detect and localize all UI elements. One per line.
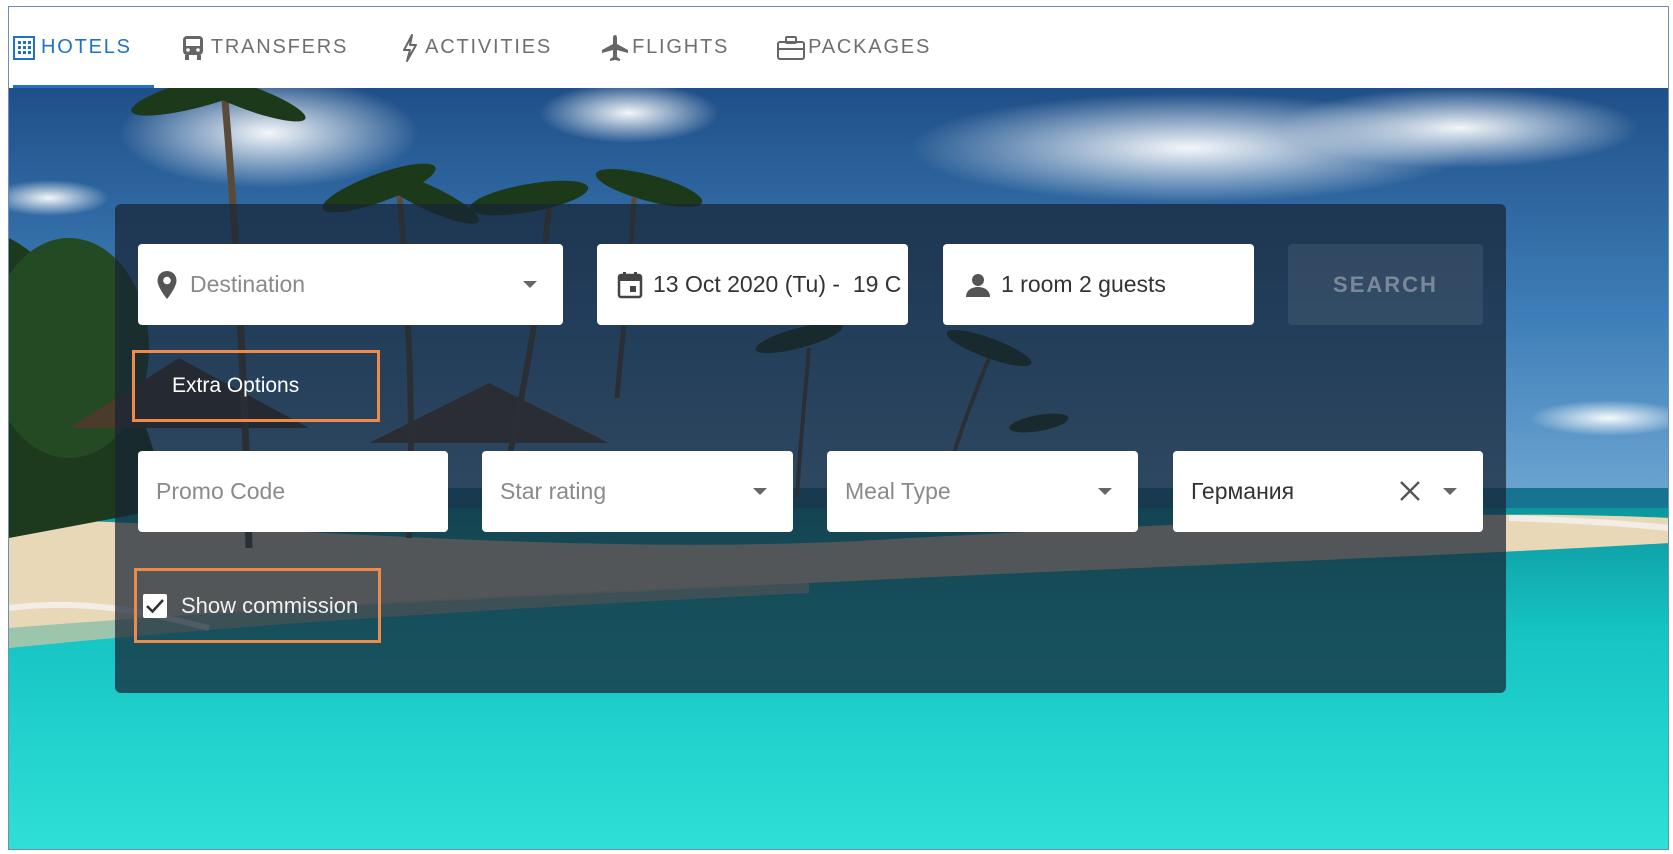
tab-flights[interactable]: FLIGHTS <box>600 7 729 88</box>
tab-flights-label: FLIGHTS <box>632 36 730 58</box>
chevron-down-icon[interactable] <box>1443 488 1457 495</box>
tab-activities-label: ACTIVITIES <box>425 36 553 58</box>
tab-packages[interactable]: PACKAGES <box>776 7 931 88</box>
suitcase-icon <box>776 35 806 61</box>
app-window: HOTELS TRANSFERS ACTIVITIES FLIGHTS PACK… <box>8 6 1669 850</box>
promo-code-input[interactable]: Promo Code <box>138 451 448 532</box>
destination-field[interactable]: Destination <box>138 244 563 325</box>
country-select[interactable]: Германия <box>1173 451 1483 532</box>
clear-icon[interactable] <box>1399 480 1421 502</box>
extra-options-label: Extra Options <box>172 374 300 397</box>
airplane-icon <box>600 33 630 63</box>
show-commission-checkbox[interactable] <box>143 593 167 618</box>
location-pin-icon <box>156 270 178 300</box>
tab-activities[interactable]: ACTIVITIES <box>401 7 552 88</box>
checkmark-icon <box>146 598 164 613</box>
tab-transfers-label: TRANSFERS <box>210 36 349 58</box>
bus-icon <box>181 35 205 61</box>
dates-field[interactable]: 13 Oct 2020 (Tu) - 19 C <box>597 244 908 325</box>
star-rating-select[interactable]: Star rating <box>482 451 793 532</box>
person-icon <box>965 272 991 298</box>
tab-hotels-label: HOTELS <box>41 36 132 58</box>
show-commission-option[interactable]: Show commission <box>134 568 381 643</box>
search-button[interactable]: SEARCH <box>1288 244 1483 325</box>
chevron-down-icon[interactable] <box>523 281 537 288</box>
hero-banner: Destination 13 Oct 2020 (Tu) - 19 C 1 ro… <box>9 88 1668 849</box>
search-panel: Destination 13 Oct 2020 (Tu) - 19 C 1 ro… <box>115 204 1506 693</box>
dates-value: 13 Oct 2020 (Tu) - 19 C <box>653 271 902 297</box>
star-rating-placeholder: Star rating <box>500 478 607 504</box>
destination-placeholder: Destination <box>190 271 306 297</box>
tab-packages-label: PACKAGES <box>808 36 932 58</box>
calendar-icon <box>617 271 643 299</box>
building-icon <box>13 35 35 60</box>
meal-type-select[interactable]: Meal Type <box>827 451 1138 532</box>
country-value: Германия <box>1191 478 1295 504</box>
product-tab-bar: HOTELS TRANSFERS ACTIVITIES FLIGHTS PACK… <box>9 7 1668 88</box>
promo-code-placeholder: Promo Code <box>156 478 286 504</box>
show-commission-label: Show commission <box>181 592 359 618</box>
guests-value: 1 room 2 guests <box>1001 271 1166 297</box>
guests-field[interactable]: 1 room 2 guests <box>943 244 1254 325</box>
tab-transfers[interactable]: TRANSFERS <box>181 7 348 88</box>
extra-options-toggle[interactable]: Extra Options <box>132 350 380 422</box>
chevron-down-icon[interactable] <box>753 488 767 495</box>
chevron-down-icon[interactable] <box>1098 488 1112 495</box>
bolt-icon <box>401 33 419 62</box>
meal-type-placeholder: Meal Type <box>845 478 951 504</box>
tab-hotels[interactable]: HOTELS <box>13 7 154 88</box>
